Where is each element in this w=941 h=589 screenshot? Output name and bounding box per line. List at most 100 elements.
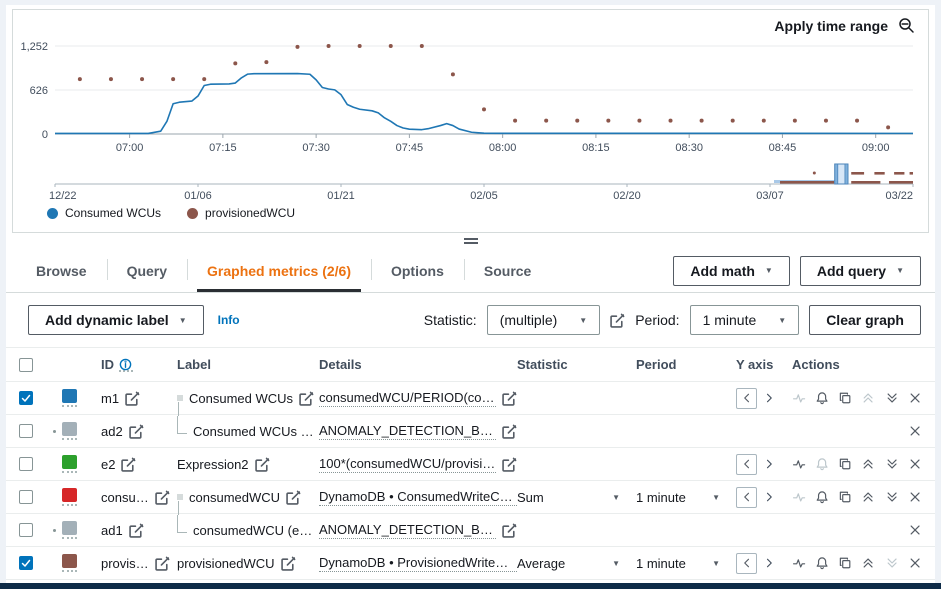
yaxis-left-button[interactable] [736,487,757,508]
tab-query[interactable]: Query [107,249,187,292]
add-dynamic-label-button[interactable]: Add dynamic label ▼ [28,305,204,335]
edit-id-icon[interactable] [125,391,140,406]
color-swatch[interactable] [62,488,77,506]
edit-label-icon[interactable] [286,490,301,505]
row-checkbox[interactable] [19,457,33,471]
alarm-bell-icon[interactable] [815,554,829,572]
anomaly-detection-icon[interactable] [792,389,806,407]
statistic-value: Average [517,556,565,571]
edit-details-icon[interactable] [502,523,517,538]
yaxis-right-button[interactable] [760,488,778,506]
period-dropdown[interactable]: 1 minute ▼ [636,556,736,571]
metric-details[interactable]: ANOMALY_DETECTION_BAND(… [319,423,496,440]
yaxis-left-button[interactable] [736,454,757,475]
move-up-icon[interactable] [861,488,875,506]
move-up-icon[interactable] [861,389,875,407]
add-query-button[interactable]: Add query ▼ [800,256,921,286]
row-checkbox[interactable] [19,556,33,570]
row-checkbox[interactable] [19,424,33,438]
move-down-icon[interactable] [885,488,899,506]
tab-source[interactable]: Source [464,249,551,292]
zoom-out-icon[interactable] [898,17,916,35]
yaxis-right-button[interactable] [760,455,778,473]
tab-browse[interactable]: Browse [16,249,107,292]
move-down-icon[interactable] [885,389,899,407]
metric-details[interactable]: ANOMALY_DETECTION_BAND(… [319,522,496,539]
color-swatch[interactable] [62,389,77,407]
add-math-button[interactable]: Add math ▼ [673,256,789,286]
row-checkbox[interactable] [19,391,33,405]
apply-time-range-label[interactable]: Apply time range [774,18,888,34]
duplicate-icon[interactable] [838,389,852,407]
yaxis-right-button[interactable] [760,554,778,572]
edit-statistic-icon[interactable] [610,313,625,328]
metric-details[interactable]: consumedWCU/PERIOD(consu… [319,390,496,407]
yaxis-left-button[interactable] [736,553,757,574]
duplicate-icon[interactable] [838,488,852,506]
edit-label-icon[interactable] [281,556,296,571]
move-up-icon[interactable] [861,554,875,572]
edit-id-icon[interactable] [155,490,170,505]
period-dropdown[interactable]: 1 minute ▼ [690,305,800,335]
svg-text:03/22: 03/22 [885,190,913,202]
remove-metric-icon[interactable] [908,554,922,572]
statistic-dropdown[interactable]: (multiple) ▼ [487,305,601,335]
period-dropdown[interactable]: 1 minute ▼ [636,490,736,505]
edit-details-icon[interactable] [502,391,517,406]
yaxis-right-button[interactable] [760,389,778,407]
alarm-bell-icon[interactable] [815,455,829,473]
statistic-dropdown[interactable]: Sum ▼ [517,490,636,505]
duplicate-icon[interactable] [838,554,852,572]
edit-id-icon[interactable] [121,457,136,472]
edit-details-icon[interactable] [502,457,517,472]
duplicate-icon[interactable] [838,455,852,473]
alarm-bell-icon[interactable] [815,488,829,506]
metric-id: m1 [101,391,119,406]
info-icon[interactable] [119,358,133,372]
move-up-icon[interactable] [861,455,875,473]
yaxis-left-button[interactable] [736,388,757,409]
row-checkbox[interactable] [19,490,33,504]
edit-details-icon[interactable] [502,424,517,439]
anomaly-detection-icon[interactable] [792,488,806,506]
tab-graphed-metrics-2-6[interactable]: Graphed metrics (2/6) [187,249,371,292]
select-all-checkbox[interactable] [19,358,33,372]
clear-graph-button[interactable]: Clear graph [809,305,921,335]
remove-metric-icon[interactable] [908,488,922,506]
color-swatch[interactable] [62,422,77,440]
actions-column-header: Actions [792,357,922,372]
row-checkbox[interactable] [19,523,33,537]
legend-item[interactable]: Consumed WCUs [47,206,161,220]
info-link[interactable]: Info [218,313,240,327]
anomaly-dot-icon [53,430,56,433]
tab-options[interactable]: Options [371,249,464,292]
statistic-dropdown[interactable]: Average ▼ [517,556,636,571]
edit-label-icon[interactable] [255,457,270,472]
anomaly-detection-icon[interactable] [792,554,806,572]
remove-metric-icon[interactable] [908,422,922,440]
main-chart[interactable]: 1,252626007:0007:1507:3007:4508:0008:150… [15,34,927,160]
color-swatch[interactable] [62,554,77,572]
panel-resize-handle[interactable] [6,233,935,249]
edit-id-icon[interactable] [129,523,144,538]
metric-details[interactable]: DynamoDB • ProvisionedWriteCapacit [319,555,517,572]
chevron-down-icon: ▼ [778,316,786,325]
remove-metric-icon[interactable] [908,521,922,539]
legend-dot-icon [47,208,58,219]
tab-actions: Add math ▼ Add query ▼ [673,249,921,292]
move-down-icon[interactable] [885,455,899,473]
edit-id-icon[interactable] [129,424,144,439]
color-swatch[interactable] [62,521,77,539]
anomaly-detection-icon[interactable] [792,455,806,473]
color-swatch[interactable] [62,455,77,473]
remove-metric-icon[interactable] [908,455,922,473]
legend-item[interactable]: provisionedWCU [187,206,295,220]
metric-details[interactable]: 100*(consumedWCU/provision… [319,456,496,473]
edit-label-icon[interactable] [299,391,314,406]
edit-id-icon[interactable] [155,556,170,571]
metric-details[interactable]: DynamoDB • ConsumedWriteCapacity [319,489,517,506]
move-down-icon[interactable] [885,554,899,572]
remove-metric-icon[interactable] [908,389,922,407]
alarm-bell-icon[interactable] [815,389,829,407]
overview-timeline[interactable]: 12/2201/0601/2102/0502/2003/0703/22 [15,160,927,204]
